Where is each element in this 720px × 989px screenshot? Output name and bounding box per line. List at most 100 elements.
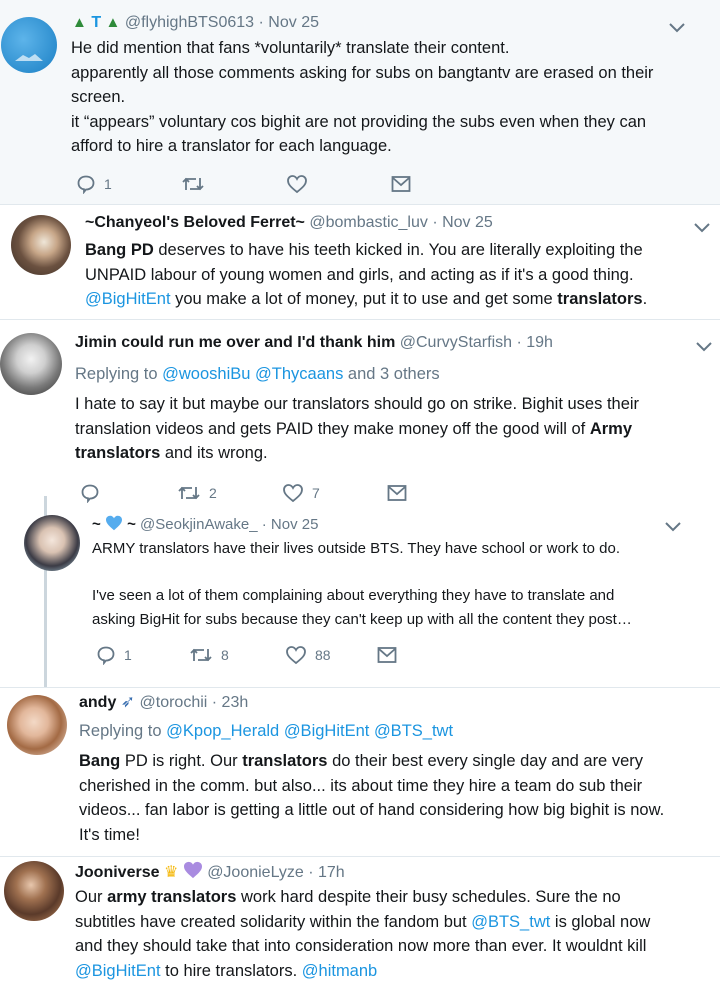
display-name[interactable]: andy [79, 694, 116, 711]
tweet-text-line: it “appears” voluntary cos bighit are no… [71, 112, 647, 131]
timestamp[interactable]: · Nov 25 [262, 516, 319, 533]
dm-button[interactable] [391, 175, 496, 193]
tweet-text-line: I've seen a lot of them complaining abou… [92, 587, 615, 604]
mention-link[interactable]: @Kpop_Herald [166, 722, 279, 740]
tweet-text-line: ARMY translators have their lives outsid… [92, 540, 621, 557]
handle[interactable]: @CurvyStarfish [400, 334, 512, 351]
chevron-down-icon[interactable] [695, 341, 713, 353]
tree-icon: ▲ [72, 14, 87, 31]
heart-icon [183, 861, 202, 879]
reply-count: 1 [124, 647, 132, 663]
tweet-text-line: I hate to say it but maybe our translato… [75, 395, 640, 413]
handle[interactable]: @torochii [140, 694, 208, 711]
replying-to: Replying to @wooshiBu @Thycaans and 3 ot… [75, 365, 440, 383]
dm-button[interactable] [387, 484, 492, 502]
dm-icon [387, 485, 407, 501]
avatar[interactable] [1, 17, 57, 73]
avatar[interactable] [4, 861, 64, 921]
retweet-icon [178, 486, 200, 500]
mention-link[interactable]: @BigHitEnt [85, 290, 171, 308]
like-count: 88 [315, 647, 331, 663]
mention-link[interactable]: @BigHitEnt [284, 722, 370, 740]
rocket-icon: ➶ [120, 692, 136, 711]
tweet-text-line [92, 561, 712, 585]
reply-button[interactable]: 1 [96, 645, 189, 665]
display-name[interactable]: ~Chanyeol's Beloved Ferret~ [85, 214, 305, 231]
tweet-text-line: afford to hire a translator for each lan… [71, 137, 392, 155]
tweet-text-line: and they should take that into considera… [75, 937, 647, 955]
reply-button[interactable]: 1 [76, 174, 181, 194]
reply-icon [97, 646, 115, 665]
avatar[interactable] [24, 515, 80, 571]
display-name[interactable]: T [91, 14, 101, 31]
tweet-text-line: videos... fan labor is getting a little … [79, 801, 665, 819]
like-icon [287, 175, 307, 194]
reply-button[interactable] [80, 483, 177, 503]
handle[interactable]: @JoonieLyze [207, 864, 304, 881]
tweet-text-line: translation videos and gets PAID they ma… [75, 419, 633, 438]
timestamp[interactable]: · Nov 25 [432, 214, 492, 231]
avatar[interactable] [0, 333, 62, 395]
handle[interactable]: @SeokjinAwake_ [140, 516, 258, 533]
dm-icon [391, 176, 411, 192]
tweet-text-line: apparently all those comments asking for… [71, 63, 654, 82]
tweet-joonielyze[interactable]: Jooniverse ♛ @JoonieLyze · 17h Our army … [0, 858, 720, 989]
chevron-down-icon[interactable] [668, 22, 686, 34]
reply-count: 1 [104, 176, 112, 192]
retweet-icon [190, 648, 212, 662]
reply-icon [81, 484, 99, 503]
mention-link[interactable]: @Thycaans [255, 365, 343, 383]
retweet-count: 8 [221, 647, 229, 663]
chevron-down-icon[interactable] [664, 521, 682, 533]
retweet-icon [182, 177, 204, 191]
avatar[interactable] [7, 695, 67, 755]
tweet-text-line: Bang PD is right. Our translators do the… [79, 752, 643, 770]
tweet-text-line: subtitles have created solidarity within… [75, 912, 651, 931]
tweet-flyhighbts[interactable]: ▲ T ▲ @flyhighBTS0613 · Nov 25 He did me… [0, 0, 720, 205]
mention-link[interactable]: @BigHitEnt [75, 962, 161, 980]
tweet-torochii[interactable]: andy ➶ @torochii · 23h Replying to @Kpop… [0, 689, 720, 857]
heart-icon [105, 515, 122, 531]
crown-icon: ♛ [163, 864, 179, 881]
tweet-text-line: cherished in the comm. but also... its a… [79, 776, 643, 795]
tweet-text-line: @BigHitEnt to hire translators. @hitmanb [75, 961, 378, 980]
like-button[interactable]: 88 [285, 645, 377, 665]
tweet-text-line: He did mention that fans *voluntarily* t… [71, 39, 510, 57]
retweet-button[interactable]: 8 [189, 645, 285, 665]
display-name[interactable]: Jooniverse [75, 864, 159, 881]
like-button[interactable] [286, 174, 391, 194]
mention-link[interactable]: @BTS_twt [471, 913, 550, 931]
retweet-button[interactable]: 2 [177, 483, 282, 503]
tree-icon: ▲ [105, 14, 121, 31]
reply-icon [77, 175, 95, 194]
like-icon [286, 646, 306, 665]
mention-link[interactable]: @BTS_twt [374, 722, 453, 740]
display-name[interactable]: Jimin could run me over and I'd thank hi… [75, 334, 395, 351]
mention-link[interactable]: @hitmanb [302, 962, 377, 980]
tweet-text-line: It's time! [79, 825, 140, 844]
timestamp[interactable]: · 17h [308, 864, 344, 881]
tweet-text-line: translators and its wrong. [75, 444, 268, 462]
dm-button[interactable] [377, 646, 482, 664]
tweet-text-line: screen. [71, 88, 126, 106]
tweet-text-line: UNPAID labour of young women and girls, … [85, 265, 634, 284]
dm-icon [377, 647, 397, 663]
timestamp[interactable]: · 19h [516, 334, 552, 351]
avatar[interactable] [11, 215, 71, 275]
tweet-bombastic[interactable]: ~Chanyeol's Beloved Ferret~ @bombastic_l… [0, 206, 720, 320]
retweet-count: 2 [209, 485, 217, 501]
handle[interactable]: @flyhighBTS0613 [125, 14, 254, 31]
timestamp[interactable]: · 23h [212, 694, 248, 711]
retweet-button[interactable] [181, 174, 286, 194]
like-button[interactable]: 7 [282, 483, 387, 503]
mention-link[interactable]: @wooshiBu [162, 365, 250, 383]
replying-to: Replying to @Kpop_Herald @BigHitEnt @BTS… [79, 722, 454, 740]
like-icon [283, 484, 303, 503]
chevron-down-icon[interactable] [693, 222, 711, 234]
tweet-curvystarfish[interactable]: Jimin could run me over and I'd thank hi… [0, 321, 720, 688]
tweet-text-line: asking BigHit for subs because they can'… [92, 610, 632, 628]
timestamp[interactable]: · Nov 25 [259, 14, 319, 31]
tweet-text-line: Bang PD deserves to have his teeth kicke… [85, 241, 643, 259]
tweet-text-line: Our army translators work hard despite t… [75, 888, 621, 906]
handle[interactable]: @bombastic_luv [309, 214, 428, 231]
